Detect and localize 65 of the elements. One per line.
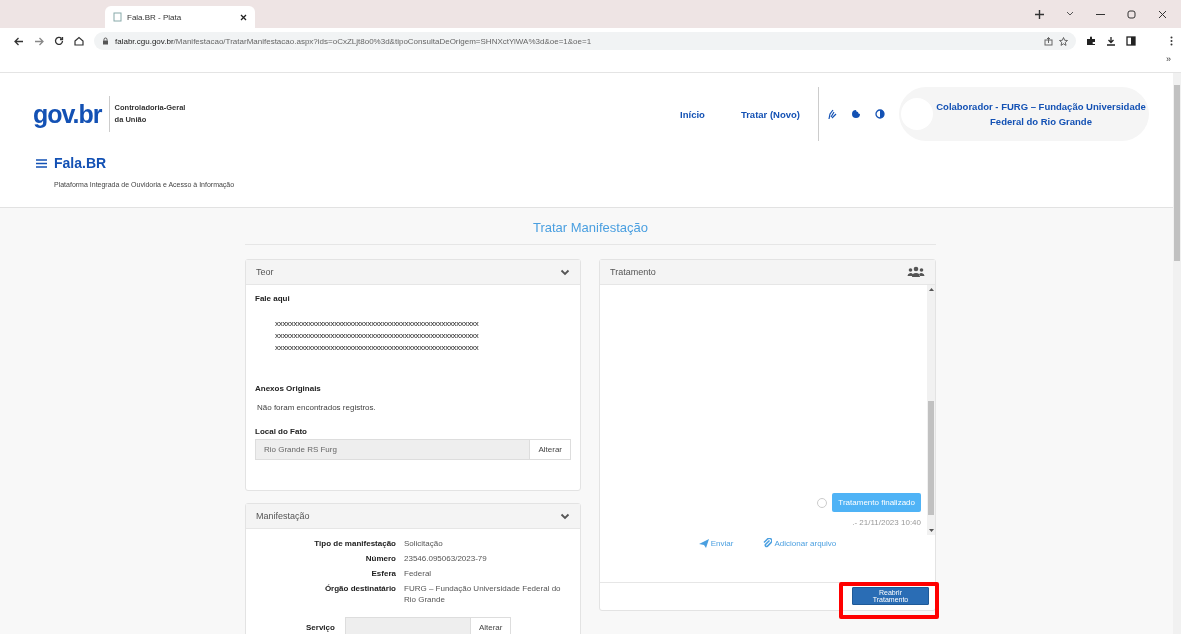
logo[interactable]: gov.br <box>33 99 102 129</box>
side-panel-icon[interactable] <box>1126 36 1136 46</box>
field-value: Federal <box>404 568 433 579</box>
change-button[interactable]: Alterar <box>470 616 512 634</box>
card-header[interactable]: Teor <box>246 260 580 285</box>
chevron-down-icon[interactable] <box>560 512 570 520</box>
minimize-icon[interactable] <box>1096 12 1105 16</box>
puzzle-icon[interactable] <box>1086 36 1096 46</box>
field-label: Número <box>364 553 396 564</box>
close-icon[interactable] <box>1158 9 1167 19</box>
card-header[interactable]: Manifestação <box>246 504 580 529</box>
send-icon <box>698 538 709 548</box>
message-text: xxxxxxxxxxxxxxxxxxxxxxxxxxxxxxxxxxxxxxxxxxxxxxxxxxxxxxx <box>275 331 480 340</box>
scrollbar[interactable] <box>927 285 935 535</box>
back-arrow-icon[interactable] <box>14 36 24 46</box>
share-icon[interactable] <box>1044 36 1053 46</box>
page-title: Tratar Manifestação <box>532 220 649 235</box>
field-label: Tipo de manifestação <box>313 538 396 549</box>
contrast-icon[interactable] <box>875 109 885 119</box>
close-icon[interactable] <box>240 13 247 21</box>
card-title: Tratamento <box>610 267 656 277</box>
more-vertical-icon[interactable] <box>1170 36 1173 46</box>
nav-link[interactable]: Tratar (Novo) <box>740 108 800 120</box>
nav-link[interactable]: Início <box>680 108 705 120</box>
field-label: Local do Fato <box>255 427 307 436</box>
message-timestamp: .- 21/11/2023 10:40 <box>852 518 921 527</box>
cookie-icon[interactable] <box>851 109 861 119</box>
reload-icon[interactable] <box>54 36 64 46</box>
field-value: Solicitação <box>404 538 444 549</box>
browser-tab[interactable]: Fala.BR - Plata <box>105 6 255 28</box>
overflow-chevron[interactable]: » <box>1166 54 1171 64</box>
home-icon[interactable] <box>74 36 84 46</box>
app-title: Fala.BR <box>54 155 107 171</box>
page-icon <box>113 12 122 22</box>
menu-icon[interactable] <box>36 158 47 168</box>
scroll-down-icon[interactable] <box>928 529 934 532</box>
empty-message: Não foram encontrados registros. <box>257 403 376 412</box>
service-field[interactable] <box>344 616 471 634</box>
download-icon[interactable] <box>1106 36 1116 46</box>
field-value: 23546.095063/2023-79 <box>404 553 488 564</box>
paperclip-icon <box>763 538 773 548</box>
address-bar[interactable]: falabr.cgu.gov.br/Manifestacao/TratarManifestacao.aspx?ids=oCxZLjt8o0%3d&tipoConsultaDeOrigem=SHNXctYiWA%3d&oe=1&oe=1 <box>94 32 1076 50</box>
maximize-icon[interactable] <box>1127 9 1136 19</box>
scrollbar-thumb[interactable] <box>1174 85 1180 261</box>
hand-icon[interactable] <box>827 108 837 120</box>
change-button[interactable]: Alterar <box>530 439 571 460</box>
forward-arrow-icon[interactable] <box>34 36 44 46</box>
star-icon[interactable] <box>1059 36 1068 46</box>
chevron-down-icon[interactable] <box>560 268 570 276</box>
user-menu[interactable]: Colaborador - FURG – Fundação Universidade Federal do Rio Grande <box>899 87 1149 141</box>
chevron-down-icon[interactable] <box>1066 11 1074 17</box>
scroll-up-icon[interactable] <box>928 288 934 291</box>
lock-icon <box>102 37 109 45</box>
message-text: xxxxxxxxxxxxxxxxxxxxxxxxxxxxxxxxxxxxxxxxxxxxxxxxxxxxxxx <box>275 343 480 352</box>
field-label: Órgão destinatário <box>323 583 396 595</box>
users-icon[interactable] <box>907 266 925 278</box>
field-label: Anexos Originais <box>255 384 321 393</box>
location-field[interactable]: Rio Grande RS Furg <box>255 439 531 460</box>
plus-icon[interactable] <box>1035 9 1044 19</box>
message-bubble: Tratamento finalizado <box>832 493 921 512</box>
field-label: Fale aqui <box>255 294 290 303</box>
field-label: Esfera <box>370 568 396 579</box>
field-label: Serviço <box>306 622 335 632</box>
message-text: xxxxxxxxxxxxxxxxxxxxxxxxxxxxxxxxxxxxxxxxxxxxxxxxxxxxxxx <box>275 319 480 328</box>
field-value: FURG – Fundação Universidade Federal do Rio Grande <box>404 583 562 605</box>
